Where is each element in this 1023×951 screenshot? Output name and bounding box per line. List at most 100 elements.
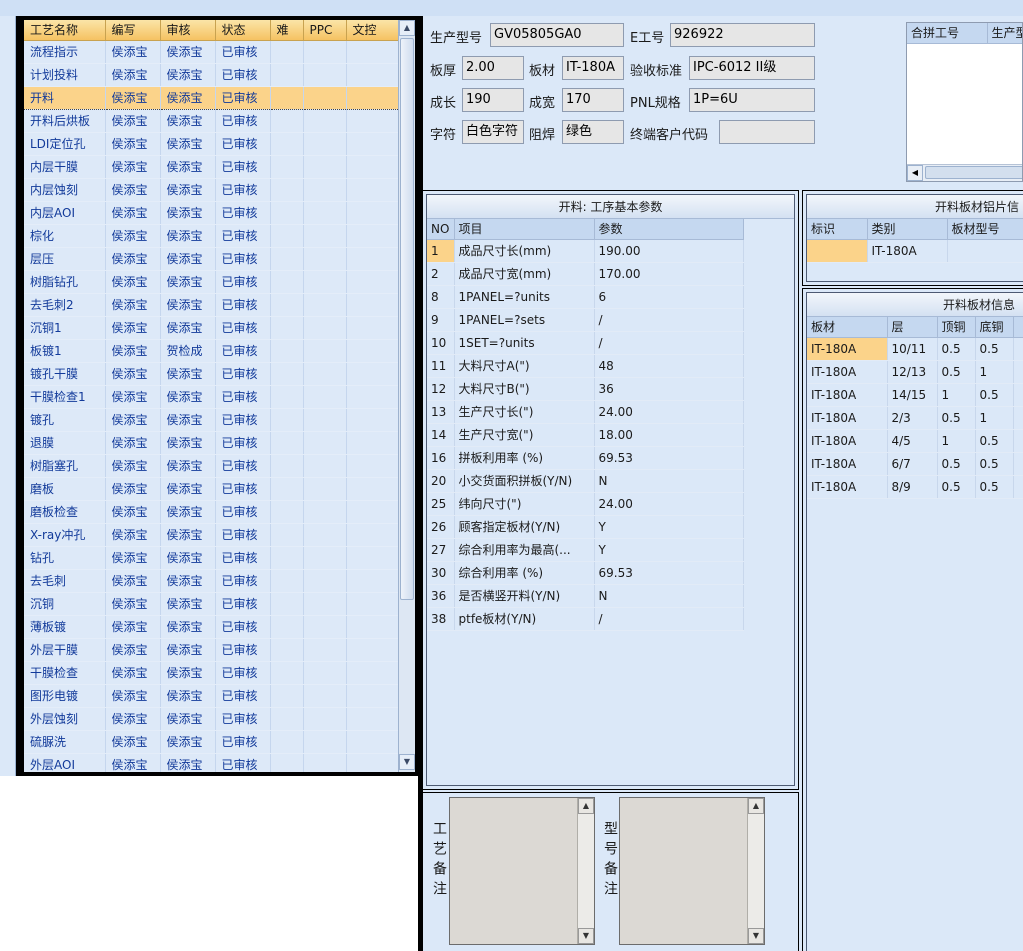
process-row[interactable]: LDI定位孔 侯添宝 侯添宝 已审核 (24, 132, 398, 156)
material-row[interactable]: IT-180A 14/15 1 0.5 (807, 383, 1023, 407)
column-header[interactable]: 难 (270, 20, 304, 41)
param-row[interactable]: 10 1SET=?units / (427, 331, 744, 355)
length-field[interactable]: 190 (462, 88, 524, 112)
column-header[interactable]: 合拼工号 (907, 23, 988, 44)
left-collapse-strip[interactable] (0, 16, 16, 776)
customer-code-field[interactable] (719, 120, 815, 144)
process-row[interactable]: 磨板检查 侯添宝 侯添宝 已审核 (24, 500, 398, 524)
column-header[interactable]: 类别 (867, 219, 948, 240)
e-number-field[interactable]: 926922 (670, 23, 815, 47)
process-row[interactable]: X-ray冲孔 侯添宝 侯添宝 已审核 (24, 523, 398, 547)
scroll-down-icon[interactable]: ▼ (399, 754, 415, 770)
column-header[interactable] (1013, 317, 1023, 338)
process-row[interactable]: 镀孔 侯添宝 侯添宝 已审核 (24, 408, 398, 432)
param-row[interactable]: 36 是否横竖开料(Y/N) N (427, 584, 744, 608)
merge-grid-hscrollbar[interactable]: ◀ (907, 164, 1022, 181)
process-memo-scrollbar[interactable]: ▲ ▼ (577, 798, 594, 944)
process-row[interactable]: 去毛刺 侯添宝 侯添宝 已审核 (24, 569, 398, 593)
scroll-left-icon[interactable]: ◀ (907, 165, 923, 181)
process-row[interactable]: 计划投料 侯添宝 侯添宝 已审核 (24, 63, 398, 87)
process-row[interactable]: 流程指示 侯添宝 侯添宝 已审核 (24, 40, 398, 64)
scroll-down-icon[interactable]: ▼ (578, 928, 594, 944)
process-row[interactable]: 开料 侯添宝 侯添宝 已审核 (24, 85, 398, 110)
hscroll-thumb[interactable] (925, 166, 1022, 179)
scroll-thumb[interactable] (400, 38, 414, 600)
param-row[interactable]: 2 成品尺寸宽(mm) 170.00 (427, 262, 744, 286)
param-row[interactable]: 38 ptfe板材(Y/N) / (427, 607, 744, 631)
process-row[interactable]: 内层AOI 侯添宝 侯添宝 已审核 (24, 201, 398, 225)
process-row[interactable]: 薄板镀 侯添宝 侯添宝 已审核 (24, 615, 398, 639)
column-header[interactable]: 项目 (454, 219, 595, 240)
foil-row[interactable]: IT-180A (807, 239, 1023, 263)
process-row[interactable]: 棕化 侯添宝 侯添宝 已审核 (24, 224, 398, 248)
column-header[interactable]: 标识 (807, 219, 868, 240)
material-row[interactable]: IT-180A 8/9 0.5 0.5 (807, 475, 1023, 499)
process-memo-textarea[interactable]: ▲ ▼ (449, 797, 595, 945)
param-row[interactable]: 27 综合利用率为最高(... Y (427, 538, 744, 562)
pnl-field[interactable]: 1P=6U (689, 88, 815, 112)
param-row[interactable]: 8 1PANEL=?units 6 (427, 285, 744, 309)
material-row[interactable]: IT-180A 2/3 0.5 1 (807, 406, 1023, 430)
param-row[interactable]: 25 纬向尺寸(") 24.00 (427, 492, 744, 516)
process-row[interactable]: 外层干膜 侯添宝 侯添宝 已审核 (24, 638, 398, 662)
process-row[interactable]: 图形电镀 侯添宝 侯添宝 已审核 (24, 684, 398, 708)
process-row[interactable]: 退膜 侯添宝 侯添宝 已审核 (24, 431, 398, 455)
char-field[interactable]: 白色字符 (462, 120, 524, 144)
mask-field[interactable]: 绿色 (562, 120, 624, 144)
param-row[interactable]: 1 成品尺寸长(mm) 190.00 (427, 239, 744, 263)
process-row[interactable]: 沉铜 侯添宝 侯添宝 已审核 (24, 592, 398, 616)
process-row[interactable]: 镀孔干膜 侯添宝 侯添宝 已审核 (24, 362, 398, 386)
process-row[interactable]: 内层蚀刻 侯添宝 侯添宝 已审核 (24, 178, 398, 202)
process-row[interactable]: 外层AOI 侯添宝 侯添宝 已审核 (24, 753, 398, 772)
param-row[interactable]: 13 生产尺寸长(") 24.00 (427, 400, 744, 424)
param-row[interactable]: 30 综合利用率 (%) 69.53 (427, 561, 744, 585)
process-row[interactable]: 干膜检查 侯添宝 侯添宝 已审核 (24, 661, 398, 685)
process-row[interactable]: 沉铜1 侯添宝 侯添宝 已审核 (24, 316, 398, 340)
model-field[interactable]: GV05805GA0 (490, 23, 624, 47)
column-header[interactable]: 审核 (160, 20, 216, 41)
column-header[interactable]: PPC (303, 20, 347, 41)
column-header[interactable]: 工艺名称 (24, 20, 106, 41)
process-row[interactable]: 硫脲洗 侯添宝 侯添宝 已审核 (24, 730, 398, 754)
process-row[interactable]: 磨板 侯添宝 侯添宝 已审核 (24, 477, 398, 501)
process-row[interactable]: 内层干膜 侯添宝 侯添宝 已审核 (24, 155, 398, 179)
process-row[interactable]: 树脂钻孔 侯添宝 侯添宝 已审核 (24, 270, 398, 294)
material-row[interactable]: IT-180A 4/5 1 0.5 (807, 429, 1023, 453)
column-header[interactable]: 文控 (346, 20, 398, 41)
standard-field[interactable]: IPC-6012 II级 (689, 56, 815, 80)
process-row[interactable]: 钻孔 侯添宝 侯添宝 已审核 (24, 546, 398, 570)
material-row[interactable]: IT-180A 12/13 0.5 1 (807, 360, 1023, 384)
material-row[interactable]: IT-180A 10/11 0.5 0.5 (807, 337, 1023, 361)
param-row[interactable]: 16 拼板利用率 (%) 69.53 (427, 446, 744, 470)
process-row[interactable]: 层压 侯添宝 侯添宝 已审核 (24, 247, 398, 271)
process-row[interactable]: 板镀1 侯添宝 贺检成 已审核 (24, 339, 398, 363)
column-header[interactable]: 顶铜 (937, 317, 976, 338)
column-header[interactable]: 参数 (594, 219, 744, 240)
process-row[interactable]: 开料后烘板 侯添宝 侯添宝 已审核 (24, 109, 398, 133)
thickness-field[interactable]: 2.00 (462, 56, 524, 80)
model-memo-scrollbar[interactable]: ▲ ▼ (747, 798, 764, 944)
param-row[interactable]: 26 顾客指定板材(Y/N) Y (427, 515, 744, 539)
param-row[interactable]: 20 小交货面积拼板(Y/N) N (427, 469, 744, 493)
param-row[interactable]: 14 生产尺寸宽(") 18.00 (427, 423, 744, 447)
param-row[interactable]: 12 大料尺寸B(") 36 (427, 377, 744, 401)
material-field[interactable]: IT-180A (562, 56, 624, 80)
param-row[interactable]: 11 大料尺寸A(") 48 (427, 354, 744, 378)
process-row[interactable]: 干膜检查1 侯添宝 侯添宝 已审核 (24, 385, 398, 409)
param-row[interactable]: 9 1PANEL=?sets / (427, 308, 744, 332)
column-header[interactable]: 层 (887, 317, 938, 338)
scroll-down-icon[interactable]: ▼ (748, 928, 764, 944)
column-header[interactable]: NO (427, 219, 455, 240)
scroll-up-icon[interactable]: ▲ (748, 798, 764, 814)
model-memo-textarea[interactable]: ▲ ▼ (619, 797, 765, 945)
column-header[interactable]: 底铜 (975, 317, 1014, 338)
scroll-up-icon[interactable]: ▲ (399, 20, 415, 36)
scroll-up-icon[interactable]: ▲ (578, 798, 594, 814)
process-row[interactable]: 树脂塞孔 侯添宝 侯添宝 已审核 (24, 454, 398, 478)
column-header[interactable]: 编写 (105, 20, 161, 41)
width-field[interactable]: 170 (562, 88, 624, 112)
column-header[interactable]: 板材 (807, 317, 888, 338)
column-header[interactable]: 状态 (215, 20, 271, 41)
material-row[interactable]: IT-180A 6/7 0.5 0.5 (807, 452, 1023, 476)
process-row[interactable]: 去毛刺2 侯添宝 侯添宝 已审核 (24, 293, 398, 317)
